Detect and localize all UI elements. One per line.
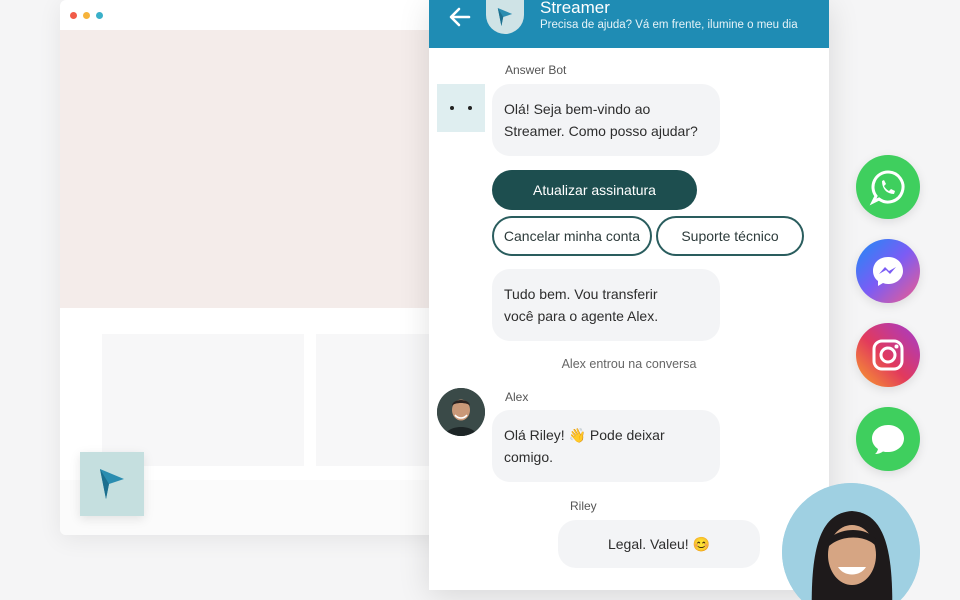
whatsapp-icon — [869, 170, 905, 206]
back-arrow-icon[interactable] — [447, 4, 473, 30]
instagram-icon — [872, 339, 904, 371]
chat-widget: Streamer Precisa de ajuda? Vá em frente,… — [429, 0, 829, 590]
flag-logo-icon — [497, 8, 513, 26]
messenger-button[interactable] — [856, 239, 920, 303]
cancel-account-button[interactable]: Cancelar minha conta — [492, 216, 652, 256]
bot-avatar — [437, 84, 485, 132]
message-line: Streamer. Como posso ajudar? — [504, 123, 698, 139]
message-text: Olá Riley! — [504, 427, 565, 443]
smiling-face-emoji: 😊 — [692, 536, 711, 552]
bot-transfer-bubble: Tudo bem. Vou transferir você para o age… — [492, 269, 720, 341]
agent-sender-name: Alex — [505, 390, 529, 404]
messenger-icon — [873, 257, 903, 286]
message-line: Tudo bem. Vou transferir — [504, 286, 658, 302]
imessage-button[interactable] — [856, 407, 920, 471]
agent-avatar — [437, 388, 485, 436]
browser-card-placeholder — [102, 334, 304, 466]
message-line: você para o agente Alex. — [504, 308, 659, 324]
customer-sender-name: Riley — [570, 499, 597, 513]
bot-greeting-bubble: Olá! Seja bem-vindo ao Streamer. Como po… — [492, 84, 720, 156]
message-text: Pode deixar — [589, 427, 665, 443]
tech-support-button[interactable]: Suporte técnico — [656, 216, 804, 256]
browser-title-bar — [60, 0, 480, 30]
agent-photo — [437, 388, 485, 436]
message-text: Legal. Valeu! — [607, 536, 689, 552]
message-line: Olá Riley! 👋 Pode deixar — [504, 424, 708, 446]
chat-header: Streamer Precisa de ajuda? Vá em frente,… — [429, 0, 829, 48]
brand-logo-tile — [80, 452, 144, 516]
maximize-dot-icon — [96, 11, 103, 19]
chat-subtitle: Precisa de ajuda? Vá em frente, ilumine … — [540, 19, 798, 31]
chat-title: Streamer — [540, 0, 610, 17]
message-line: Olá! Seja bem-vindo ao — [504, 101, 651, 117]
bot-eye-icon — [468, 106, 472, 110]
whatsapp-button[interactable] — [856, 155, 920, 219]
message-line: comigo. — [504, 449, 554, 465]
header-brand-avatar — [486, 0, 524, 34]
customer-message-bubble: Legal. Valeu! 😊 — [558, 520, 760, 568]
instagram-button[interactable] — [856, 323, 920, 387]
bot-eye-icon — [450, 106, 454, 110]
flag-logo-icon — [100, 469, 124, 499]
imessage-icon — [872, 425, 904, 454]
agent-joined-notice: Alex entrou na conversa — [561, 357, 697, 371]
waving-hand-emoji: 👋 — [568, 427, 587, 443]
minimize-dot-icon — [83, 11, 90, 19]
update-subscription-button[interactable]: Atualizar assinatura — [492, 170, 697, 210]
browser-hero-placeholder — [60, 30, 480, 308]
bot-sender-name: Answer Bot — [505, 63, 567, 77]
agent-message-bubble: Olá Riley! 👋 Pode deixar comigo. — [492, 410, 720, 482]
close-dot-icon — [70, 11, 77, 19]
